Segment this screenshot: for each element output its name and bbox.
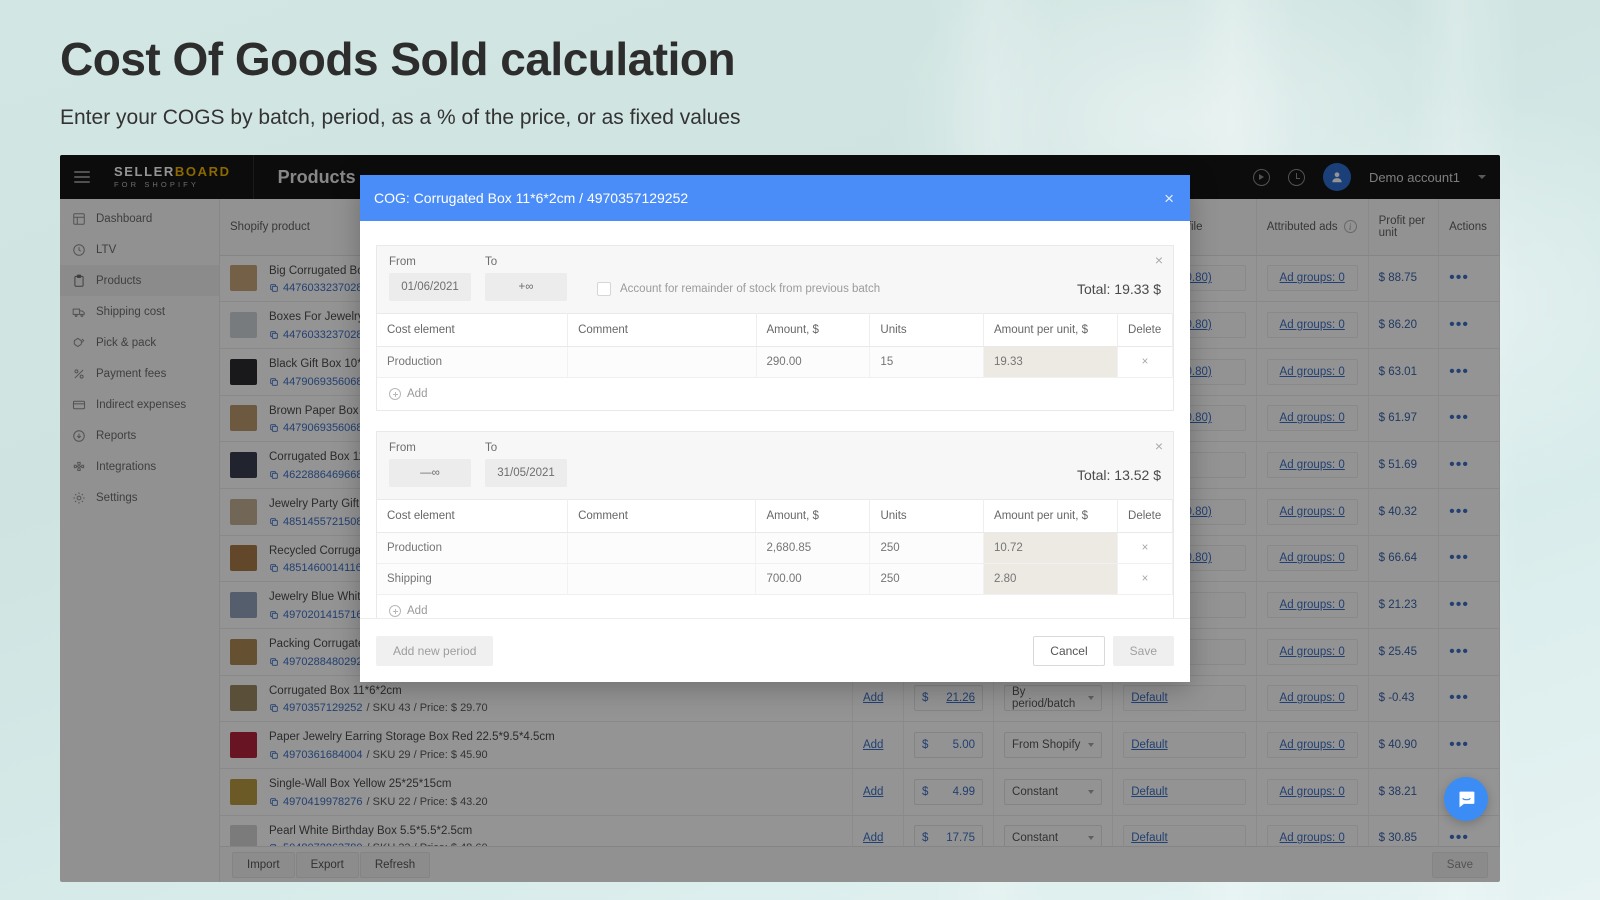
modal-header: COG: Corrugated Box 11*6*2cm / 497035712… <box>360 175 1190 221</box>
add-cost-element-button[interactable]: Add <box>377 595 1173 618</box>
amount-value[interactable]: 2,680.85 <box>756 533 870 564</box>
to-label: To <box>485 256 567 268</box>
cost-element-value[interactable]: Shipping <box>377 564 568 595</box>
remainder-checkbox-label: Account for remainder of stock from prev… <box>620 283 880 295</box>
chat-bubble-icon <box>1456 789 1477 810</box>
col-units: Units <box>870 314 984 347</box>
add-label: Add <box>407 605 427 617</box>
cost-table-header-row: Cost element Comment Amount, $ Units Amo… <box>377 314 1173 347</box>
delete-batch-icon[interactable]: × <box>1155 253 1163 267</box>
from-label: From <box>389 256 471 268</box>
batch-period-1: From 01/06/2021 To +∞ Account for remain… <box>376 245 1174 411</box>
col-comment: Comment <box>568 500 756 533</box>
cost-row[interactable]: Production 290.00 15 19.33 × <box>377 347 1173 378</box>
batch-period-2: From —∞ To 31/05/2021 Total: 13.52 $ × C… <box>376 431 1174 618</box>
batch-period-header: From —∞ To 31/05/2021 Total: 13.52 $ × <box>377 432 1173 499</box>
modal-save-button[interactable]: Save <box>1113 636 1174 666</box>
to-date-input[interactable]: 31/05/2021 <box>485 459 567 487</box>
hero-section: Cost Of Goods Sold calculation Enter you… <box>60 34 1060 130</box>
from-date-input[interactable]: 01/06/2021 <box>389 273 471 301</box>
col-amount-per-unit: Amount per unit, $ <box>984 500 1118 533</box>
batch-period-header: From 01/06/2021 To +∞ Account for remain… <box>377 246 1173 313</box>
col-delete: Delete <box>1118 314 1173 347</box>
amount-value[interactable]: 700.00 <box>756 564 870 595</box>
col-delete: Delete <box>1118 500 1173 533</box>
remainder-checkbox-group[interactable]: Account for remainder of stock from prev… <box>597 282 880 301</box>
modal-body: From 01/06/2021 To +∞ Account for remain… <box>360 221 1190 618</box>
plus-circle-icon <box>389 388 401 400</box>
to-field-group: To 31/05/2021 <box>485 442 567 487</box>
add-label: Add <box>407 388 427 400</box>
cog-modal: COG: Corrugated Box 11*6*2cm / 497035712… <box>360 175 1190 682</box>
col-cost-element: Cost element <box>377 314 568 347</box>
amount-value[interactable]: 290.00 <box>756 347 870 378</box>
amount-per-unit-value: 10.72 <box>984 533 1118 564</box>
batch-total: Total: 13.52 $ <box>1077 467 1161 487</box>
batch-total: Total: 19.33 $ <box>1077 281 1161 301</box>
units-value[interactable]: 250 <box>870 533 984 564</box>
col-amount: Amount, $ <box>756 500 870 533</box>
modal-footer: Add new period Cancel Save <box>360 618 1190 682</box>
from-field-group: From —∞ <box>389 442 471 487</box>
modal-title: COG: Corrugated Box 11*6*2cm / 497035712… <box>374 190 688 206</box>
from-field-group: From 01/06/2021 <box>389 256 471 301</box>
add-new-period-button[interactable]: Add new period <box>376 636 493 666</box>
delete-row-icon[interactable]: × <box>1118 533 1173 564</box>
cost-element-value[interactable]: Production <box>377 347 568 378</box>
close-icon[interactable]: × <box>1162 188 1176 209</box>
cancel-button[interactable]: Cancel <box>1033 636 1104 666</box>
add-cost-element-button[interactable]: Add <box>377 378 1173 410</box>
units-value[interactable]: 15 <box>870 347 984 378</box>
page-title: Cost Of Goods Sold calculation <box>60 34 1060 86</box>
from-date-input[interactable]: —∞ <box>389 459 471 487</box>
col-units: Units <box>870 500 984 533</box>
cost-elements-table: Cost element Comment Amount, $ Units Amo… <box>377 499 1173 595</box>
delete-batch-icon[interactable]: × <box>1155 439 1163 453</box>
delete-row-icon[interactable]: × <box>1118 564 1173 595</box>
intercom-chat-button[interactable] <box>1444 777 1488 821</box>
cost-elements-table: Cost element Comment Amount, $ Units Amo… <box>377 313 1173 378</box>
col-amount-per-unit: Amount per unit, $ <box>984 314 1118 347</box>
plus-circle-icon <box>389 605 401 617</box>
amount-per-unit-value: 2.80 <box>984 564 1118 595</box>
to-date-input[interactable]: +∞ <box>485 273 567 301</box>
col-amount: Amount, $ <box>756 314 870 347</box>
delete-row-icon[interactable]: × <box>1118 347 1173 378</box>
cost-element-value[interactable]: Production <box>377 533 568 564</box>
cost-row[interactable]: Shipping 700.00 250 2.80 × <box>377 564 1173 595</box>
comment-value[interactable] <box>568 347 756 378</box>
comment-value[interactable] <box>568 533 756 564</box>
col-cost-element: Cost element <box>377 500 568 533</box>
col-comment: Comment <box>568 314 756 347</box>
remainder-checkbox[interactable] <box>597 282 611 296</box>
comment-value[interactable] <box>568 564 756 595</box>
from-label: From <box>389 442 471 454</box>
amount-per-unit-value: 19.33 <box>984 347 1118 378</box>
units-value[interactable]: 250 <box>870 564 984 595</box>
cost-row[interactable]: Production 2,680.85 250 10.72 × <box>377 533 1173 564</box>
cost-table-header-row: Cost element Comment Amount, $ Units Amo… <box>377 500 1173 533</box>
to-label: To <box>485 442 567 454</box>
to-field-group: To +∞ <box>485 256 567 301</box>
page-subtitle: Enter your COGS by batch, period, as a %… <box>60 106 1060 130</box>
